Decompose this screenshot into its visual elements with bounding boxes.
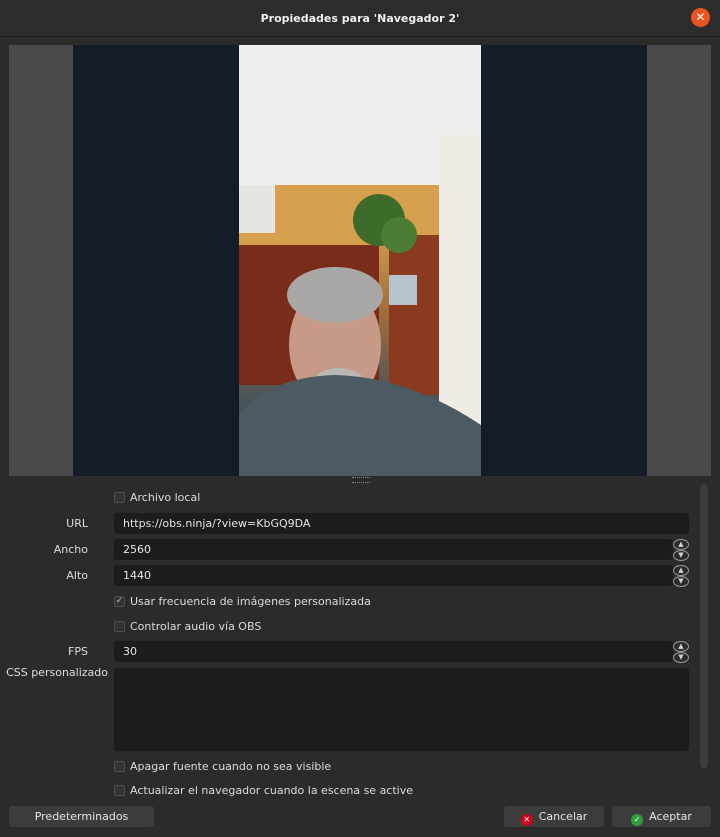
splitter-handle[interactable] (352, 477, 370, 483)
preview-canvas (73, 45, 647, 476)
shutdown-label: Apagar fuente cuando no sea visible (130, 760, 332, 773)
custom-fps-row: ✓ Usar frecuencia de imágenes personaliz… (0, 591, 700, 613)
cancel-icon: ✕ (520, 814, 533, 826)
custom-fps-label: Usar frecuencia de imágenes personalizad… (130, 595, 371, 608)
check-icon: ✓ (631, 814, 644, 826)
audio-checkbox[interactable] (114, 621, 125, 632)
cancel-button-label: Cancelar (538, 810, 588, 823)
window-title: Propiedades para 'Navegador 2' (260, 11, 460, 25)
fps-input[interactable]: 30 (114, 641, 673, 662)
url-input[interactable]: https://obs.ninja/?view=KbGQ9DA (114, 513, 689, 534)
webcam-scene (239, 45, 481, 476)
refresh-row: Actualizar el navegador cuando la escena… (0, 780, 700, 802)
height-label: Alto (66, 569, 88, 582)
fps-row: FPS 30 ▲ ▼ (0, 641, 700, 663)
local-file-row: Archivo local (0, 487, 700, 509)
width-input[interactable]: 2560 (114, 539, 673, 560)
chevron-up-icon[interactable]: ▲ (673, 641, 689, 652)
chevron-down-icon[interactable]: ▼ (673, 576, 689, 587)
fps-spinner: ▲ ▼ (673, 641, 689, 663)
local-file-label: Archivo local (130, 491, 201, 504)
css-label: CSS personalizado (6, 666, 108, 679)
chevron-up-icon[interactable]: ▲ (673, 565, 689, 576)
audio-row: Controlar audio vía OBS (0, 616, 700, 638)
webcam-video-image (239, 45, 481, 476)
width-spinner: ▲ ▼ (673, 539, 689, 561)
fps-label: FPS (68, 645, 88, 658)
close-icon[interactable]: ✕ (691, 8, 710, 27)
shutdown-row: Apagar fuente cuando no sea visible (0, 756, 700, 778)
properties-form: Archivo local URL https://obs.ninja/?vie… (0, 486, 700, 797)
defaults-button[interactable]: Predeterminados (9, 806, 154, 827)
url-label: URL (66, 517, 88, 530)
width-row: Ancho 2560 ▲ ▼ (0, 539, 700, 561)
height-row: Alto 1440 ▲ ▼ (0, 565, 700, 587)
css-textarea[interactable] (114, 668, 689, 751)
cancel-button[interactable]: ✕ Cancelar (504, 806, 604, 827)
local-file-checkbox[interactable] (114, 492, 125, 503)
width-label: Ancho (53, 543, 88, 556)
accept-button[interactable]: ✓ Aceptar (612, 806, 711, 827)
shutdown-checkbox[interactable] (114, 761, 125, 772)
preview-area (9, 45, 711, 476)
refresh-label: Actualizar el navegador cuando la escena… (130, 784, 414, 797)
height-spinner: ▲ ▼ (673, 565, 689, 587)
title-bar: Propiedades para 'Navegador 2' ✕ (0, 0, 720, 37)
custom-fps-checkbox[interactable]: ✓ (114, 596, 125, 607)
form-scrollbar[interactable] (700, 484, 708, 768)
chevron-up-icon[interactable]: ▲ (673, 539, 689, 550)
refresh-checkbox[interactable] (114, 785, 125, 796)
audio-label: Controlar audio vía OBS (130, 620, 262, 633)
chevron-down-icon[interactable]: ▼ (673, 652, 689, 663)
height-input[interactable]: 1440 (114, 565, 673, 586)
accept-button-label: Aceptar (649, 810, 692, 823)
url-row: URL https://obs.ninja/?view=KbGQ9DA (0, 513, 700, 535)
chevron-down-icon[interactable]: ▼ (673, 550, 689, 561)
defaults-button-label: Predeterminados (34, 810, 129, 823)
css-row: CSS personalizado (0, 666, 700, 752)
